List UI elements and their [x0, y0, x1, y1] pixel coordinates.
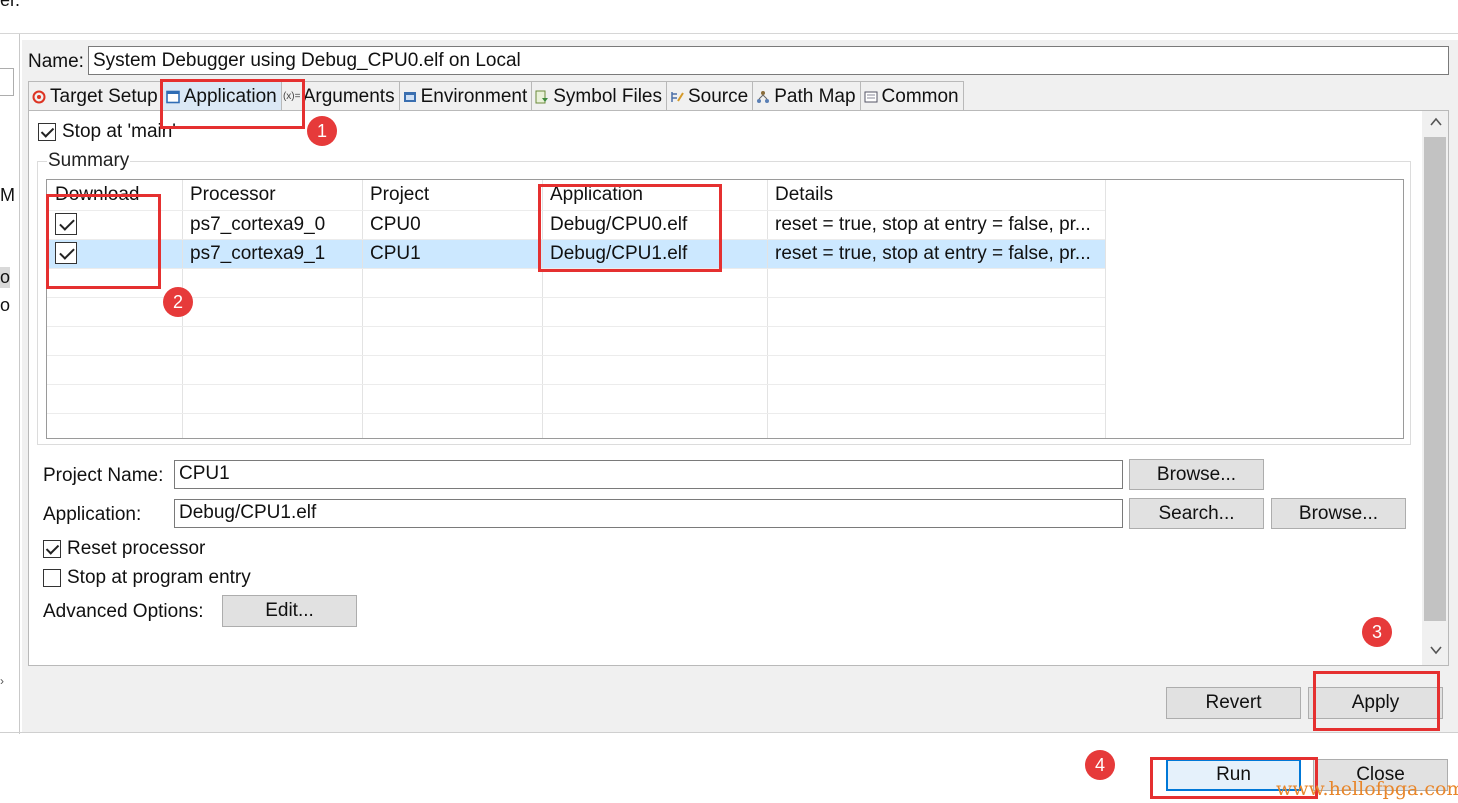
highlight-application-tab — [160, 79, 305, 129]
column-header-project[interactable]: Project — [370, 184, 429, 206]
highlight-download-column — [46, 194, 161, 289]
table-cell: reset = true, stop at entry = false, pr.… — [775, 243, 1091, 264]
list-fragment[interactable]: ol — [0, 295, 10, 316]
reset-processor-option[interactable]: Reset processor — [43, 538, 205, 560]
tab-path-map[interactable]: Path Map — [752, 81, 861, 111]
step-badge-4: 4 — [1085, 750, 1115, 780]
watermark: www.hellofpga.com — [1276, 778, 1458, 800]
stop-at-main-checkbox[interactable] — [38, 123, 56, 141]
tab-common[interactable]: Common — [859, 81, 964, 111]
advanced-edit-button[interactable]: Edit... — [222, 595, 357, 627]
application-search-button[interactable]: Search... — [1129, 498, 1264, 529]
configuration-list-panel: M ol ol › — [0, 34, 20, 734]
highlight-apply-button — [1313, 671, 1440, 731]
application-browse-button[interactable]: Browse... — [1271, 498, 1406, 529]
cut-off-text: er. — [0, 0, 21, 10]
table-cell: ps7_cortexa9_1 — [190, 243, 326, 264]
source-icon — [670, 90, 684, 104]
tab-target-setup[interactable]: Target Setup — [28, 81, 163, 111]
environment-icon — [403, 90, 417, 104]
scroll-arrow-icon[interactable]: › — [0, 674, 4, 688]
dialog-top-strip: er. — [0, 0, 1458, 34]
summary-table: Download Processor Project Application D… — [46, 179, 1404, 439]
step-badge-3: 3 — [1362, 617, 1392, 647]
project-browse-button[interactable]: Browse... — [1129, 459, 1264, 490]
table-cell: ps7_cortexa9_0 — [190, 214, 326, 235]
filter-input-fragment[interactable] — [0, 68, 14, 96]
target-icon — [32, 90, 46, 104]
stop-at-entry-option[interactable]: Stop at program entry — [43, 567, 251, 589]
divider — [0, 732, 1458, 733]
application-input[interactable]: Debug/CPU1.elf — [174, 499, 1123, 528]
stop-at-main-option[interactable]: Stop at 'main' — [38, 121, 176, 143]
configuration-name-input[interactable]: System Debugger using Debug_CPU0.elf on … — [88, 46, 1449, 75]
highlight-application-column — [538, 184, 722, 272]
column-header-details[interactable]: Details — [775, 184, 833, 206]
list-fragment[interactable]: ol — [0, 267, 10, 288]
step-badge-2: 2 — [163, 287, 193, 317]
column-header-processor[interactable]: Processor — [190, 184, 276, 206]
table-cell: CPU1 — [370, 243, 421, 264]
scroll-down-icon[interactable] — [1429, 643, 1443, 660]
summary-label: Summary — [47, 150, 131, 172]
scroll-up-icon[interactable] — [1429, 115, 1443, 132]
name-label: Name: — [28, 51, 84, 72]
tab-environment[interactable]: Environment — [398, 81, 533, 111]
application-label: Application: — [43, 504, 142, 525]
project-name-label: Project Name: — [43, 465, 164, 486]
list-fragment: M — [0, 185, 15, 205]
step-badge-1: 1 — [307, 116, 337, 146]
symbol-files-icon — [535, 90, 549, 104]
path-map-icon — [756, 90, 770, 104]
common-icon — [864, 90, 878, 104]
table-cell: CPU0 — [370, 214, 421, 235]
stop-at-entry-checkbox[interactable] — [43, 569, 61, 587]
tab-source[interactable]: Source — [666, 81, 754, 111]
scrollbar-thumb[interactable] — [1424, 137, 1446, 621]
revert-button[interactable]: Revert — [1166, 687, 1301, 719]
project-name-input[interactable]: CPU1 — [174, 460, 1123, 489]
tab-symbol-files[interactable]: Symbol Files — [531, 81, 667, 111]
table-cell: reset = true, stop at entry = false, pr.… — [775, 214, 1091, 235]
advanced-options-label: Advanced Options: — [43, 601, 204, 622]
reset-processor-checkbox[interactable] — [43, 540, 61, 558]
